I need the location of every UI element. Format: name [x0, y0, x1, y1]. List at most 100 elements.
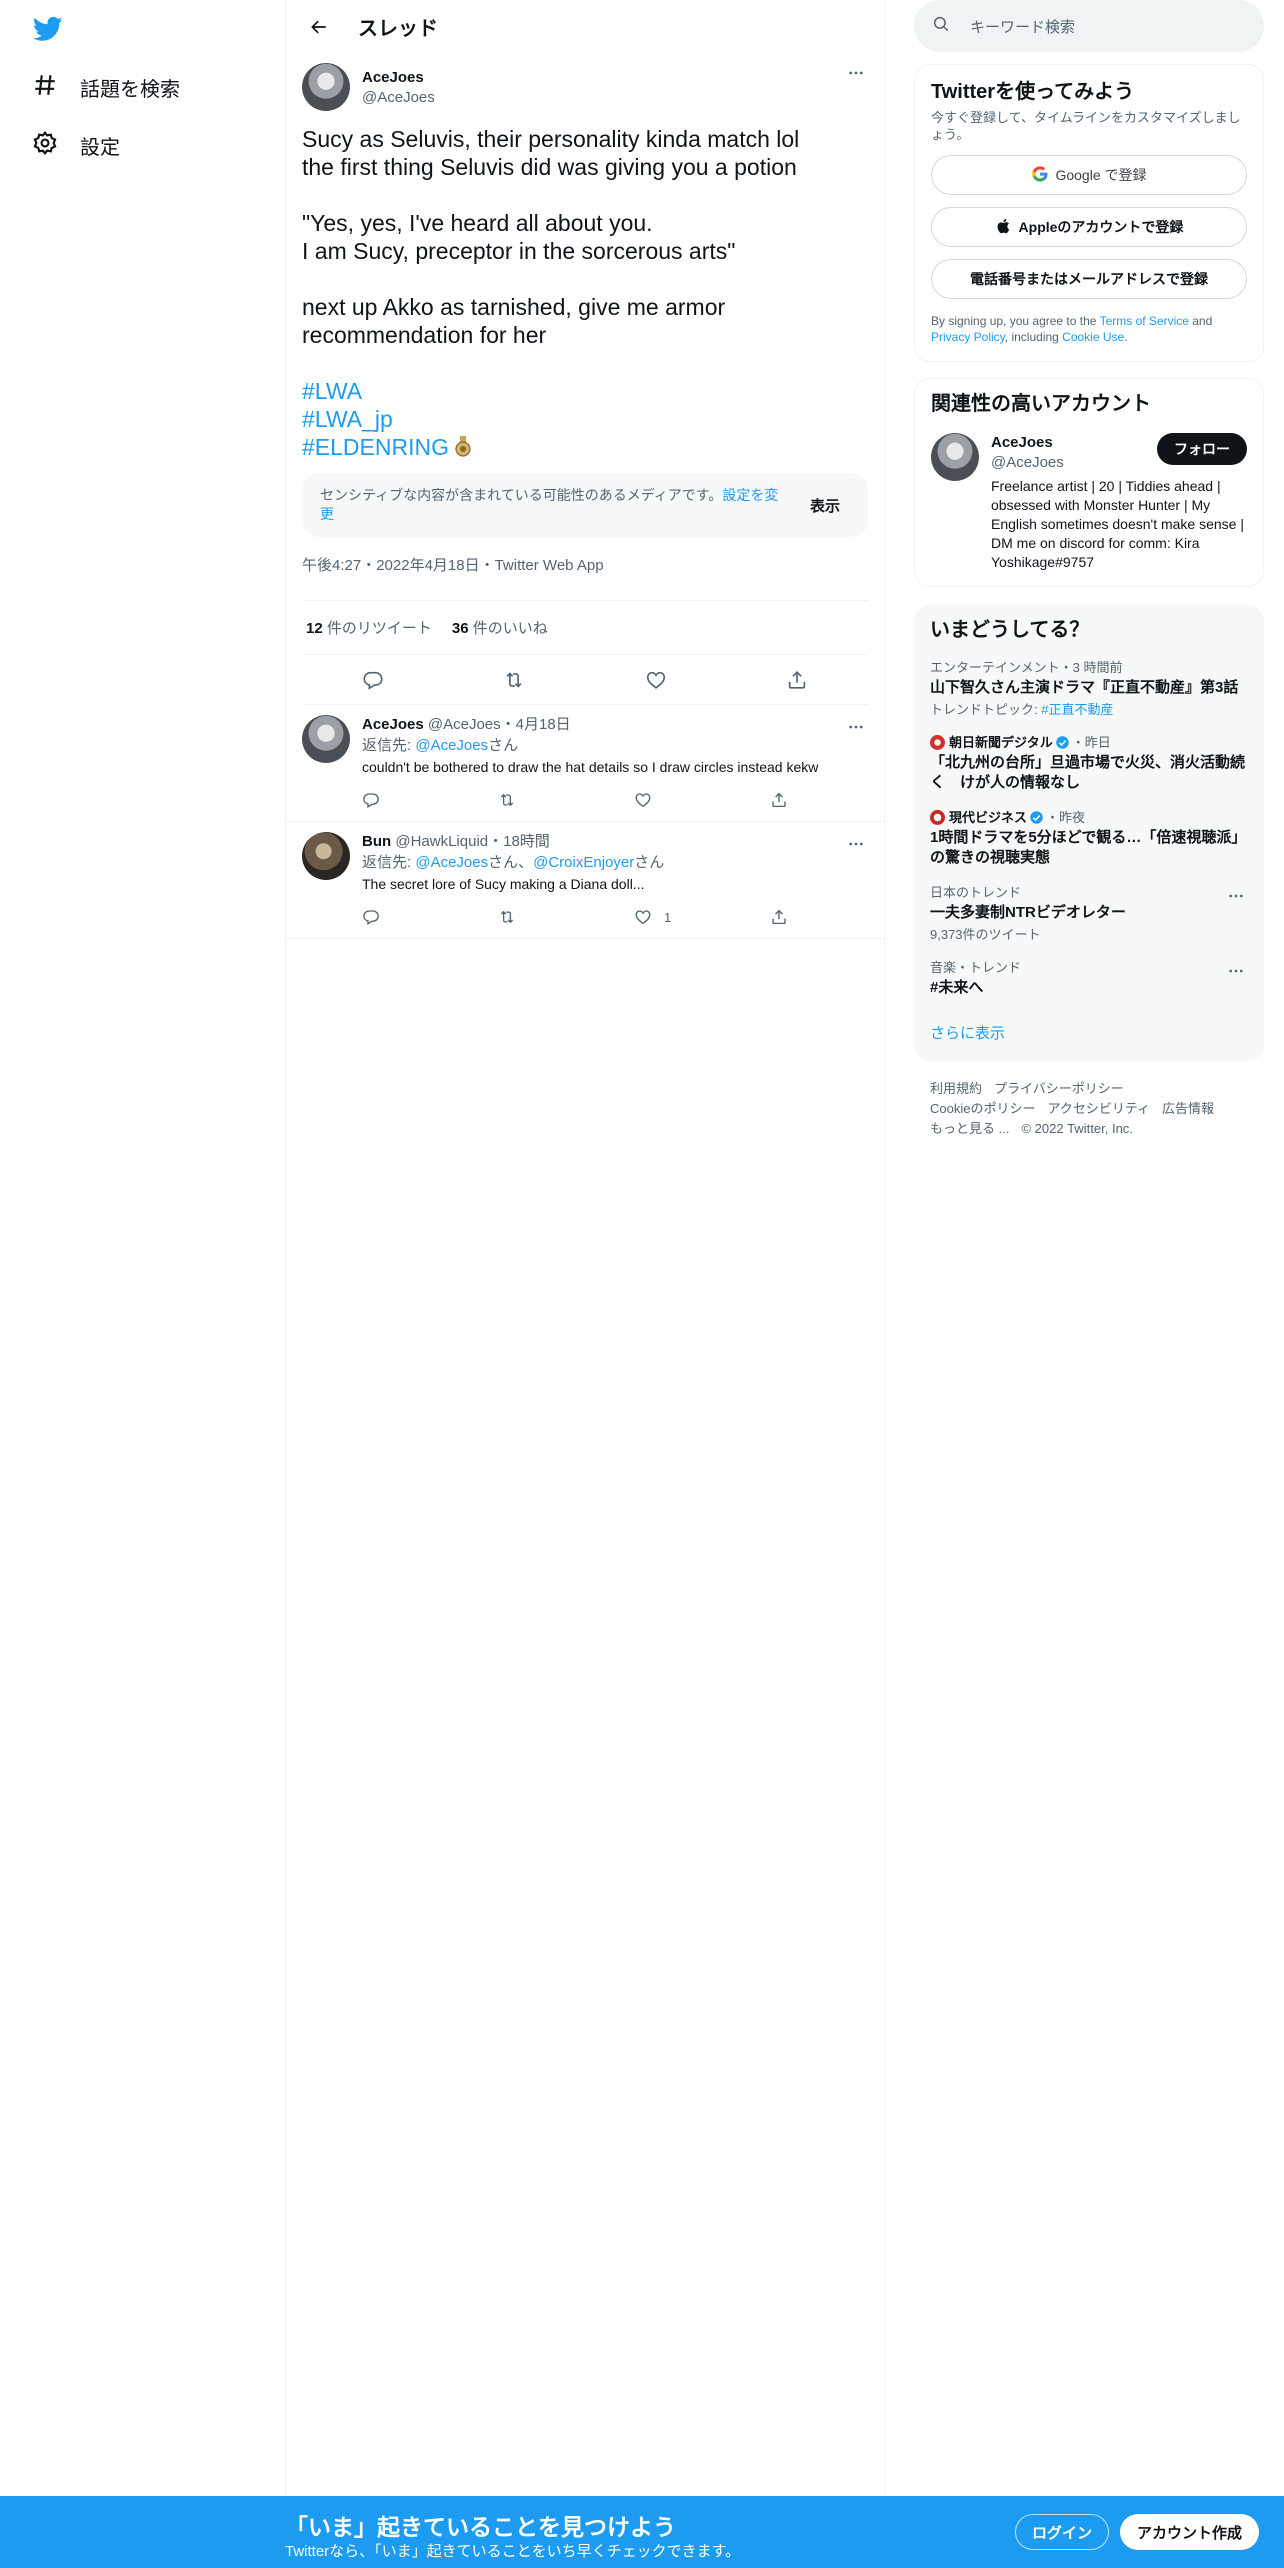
google-signup-label: Google で登録 — [1055, 167, 1147, 183]
legal-text: By signing up, you agree to the — [931, 314, 1100, 328]
reply-author-handle[interactable]: @AceJoes — [428, 716, 501, 733]
avatar[interactable] — [302, 63, 350, 111]
footer-link[interactable]: Cookieのポリシー — [930, 1101, 1035, 1116]
author-handle[interactable]: @AceJoes — [362, 88, 435, 108]
apple-icon — [995, 217, 1019, 238]
share-icon[interactable] — [770, 791, 906, 809]
hashtag-link[interactable]: #ELDENRING — [302, 434, 449, 460]
apple-signup-button[interactable]: Appleのアカウントで登録 — [931, 207, 1247, 247]
more-options-icon[interactable] — [844, 61, 868, 85]
more-options-icon[interactable] — [1224, 959, 1248, 983]
terms-link[interactable]: Terms of Service — [1100, 314, 1189, 328]
privacy-link[interactable]: Privacy Policy — [931, 330, 1005, 344]
avatar[interactable] — [302, 832, 350, 880]
more-options-icon[interactable] — [844, 715, 868, 739]
sensitive-media-notice: センシティブな内容が含まれている可能性のあるメディアです。設定を変更 表示 — [302, 473, 868, 537]
login-button[interactable]: ログイン — [1015, 2514, 1109, 2550]
related-accounts-card: 関連性の高いアカウント AceJoes @AceJoes Freelance a… — [914, 378, 1264, 587]
footer-link[interactable]: アクセシビリティ — [1047, 1101, 1150, 1116]
tweet-line: next up Akko as tarnished, give me armor — [302, 294, 726, 320]
reply-actions: 1 — [362, 898, 906, 938]
trend-sub-prefix: トレンドトピック: — [930, 702, 1042, 717]
reply-time[interactable]: ・18時間 — [488, 833, 550, 850]
avatar[interactable] — [302, 715, 350, 763]
trend-item[interactable]: 朝日新聞デジタル ・昨日 「北九州の台所」旦過市場で火災、消火活動続く けが人の… — [930, 734, 1248, 793]
reply-icon[interactable] — [362, 669, 384, 691]
tweet-meta[interactable]: 午後4:27・2022年4月18日・Twitter Web App — [302, 551, 868, 601]
reply-author-handle[interactable]: @HawkLiquid — [395, 833, 488, 850]
footer-link[interactable]: もっと見る ... — [930, 1121, 1009, 1136]
like-count[interactable]: 36 件のいいね — [452, 617, 548, 638]
follow-button[interactable]: フォロー — [1157, 433, 1247, 465]
create-account-button[interactable]: アカウント作成 — [1120, 2514, 1259, 2550]
thread-column: スレッド AceJoes @AceJoes Sucy as Seluvis, t… — [285, 0, 885, 2496]
hashtag-link[interactable]: #LWA_jp — [302, 405, 868, 433]
tweet-line — [302, 265, 868, 293]
more-options-icon[interactable] — [1224, 884, 1248, 908]
retweet-count[interactable]: 12 件のリツイート — [306, 617, 432, 638]
reply-text: couldn't be bothered to draw the hat det… — [362, 759, 819, 775]
show-media-button[interactable]: 表示 — [800, 487, 850, 524]
share-icon[interactable] — [786, 669, 808, 691]
tweet-stats: 12 件のリツイート 36 件のいいね — [302, 601, 868, 655]
hashtag-link[interactable]: #LWA — [302, 377, 868, 405]
trends-title: いまどうしてる？ — [930, 619, 1090, 641]
share-icon[interactable] — [770, 908, 906, 926]
tweet-actions — [302, 655, 868, 705]
footer-link[interactable]: プライバシーポリシー — [994, 1081, 1124, 1096]
back-arrow-icon[interactable] — [302, 10, 336, 44]
tweet-line: I am Sucy, preceptor in the sorcerous ar… — [302, 238, 736, 264]
page-title: スレッド — [358, 18, 438, 40]
footer-link[interactable]: 利用規約 — [930, 1081, 982, 1096]
search-box[interactable]: キーワード検索 — [914, 0, 1264, 52]
trend-item[interactable]: 音楽・トレンド #未来へ — [930, 959, 1248, 998]
author-name[interactable]: AceJoes — [362, 68, 435, 88]
mention-link[interactable]: @CroixEnjoyer — [533, 854, 634, 871]
retweet-label: 件のリツイート — [326, 620, 432, 637]
nav-item-explore[interactable]: 話題を検索 — [32, 65, 180, 109]
trend-item[interactable]: エンターテインメント・3 時間前 山下智久さん主演ドラマ『正直不動産』第3話 ト… — [930, 659, 1248, 718]
mention-link[interactable]: @AceJoes — [415, 854, 488, 871]
bottom-subtitle: Twitterなら、「いま」起きていることをいち早くチェックできます。 — [285, 2543, 741, 2560]
related-bio: Freelance artist | 20 | Tiddies ahead | … — [991, 478, 1244, 570]
retweet-icon[interactable] — [498, 908, 634, 926]
avatar[interactable] — [931, 433, 979, 481]
trend-title: 1時間ドラマを5分ほどで観る…「倍速視聴派」の驚きの視聴実態 — [930, 829, 1247, 866]
news-time: ・昨夜 — [1046, 810, 1086, 825]
trend-item[interactable]: 現代ビジネス ・昨夜 1時間ドラマを5分ほどで観る…「倍速視聴派」の驚きの視聴実… — [930, 809, 1248, 868]
mention-link[interactable]: @AceJoes — [415, 737, 488, 754]
retweet-icon[interactable] — [503, 669, 525, 691]
phone-email-signup-button[interactable]: 電話番号またはメールアドレスで登録 — [931, 259, 1247, 299]
nav-item-settings[interactable]: 設定 — [32, 123, 120, 167]
news-source: 現代ビジネス ・昨夜 — [930, 809, 1248, 826]
trend-title: 「北九州の台所」旦過市場で火災、消火活動続く けが人の情報なし — [930, 754, 1246, 791]
reply-time[interactable]: ・4月18日 — [501, 716, 571, 733]
retweet-icon[interactable] — [498, 791, 634, 809]
hashtag-icon — [32, 72, 58, 103]
footer-link[interactable]: 広告情報 — [1162, 1101, 1214, 1116]
like-icon[interactable] — [645, 669, 667, 691]
show-more-link[interactable]: さらに表示 — [930, 1022, 1248, 1051]
reply-icon[interactable] — [362, 791, 498, 809]
reply-icon[interactable] — [362, 908, 498, 926]
trend-item[interactable]: 日本のトレンド 一夫多妻制NTRビデオレター 9,373件のツイート — [930, 884, 1248, 943]
search-input[interactable]: キーワード検索 — [970, 16, 1075, 37]
reply-tweet[interactable]: Bun @HawkLiquid・18時間 返信先: @AceJoesさん、@Cr… — [286, 822, 884, 939]
reply-author-name[interactable]: AceJoes — [362, 716, 424, 733]
twitter-logo-icon[interactable] — [32, 14, 64, 44]
google-signup-button[interactable]: Google で登録 — [931, 155, 1247, 195]
like-icon[interactable] — [634, 791, 770, 809]
reply-tweet[interactable]: AceJoes @AceJoes・4月18日 返信先: @AceJoesさん c… — [286, 705, 884, 822]
reply-text: The secret lore of Sucy making a Diana d… — [362, 876, 645, 892]
reply-to-suffix: さん — [634, 854, 665, 871]
like-icon[interactable]: 1 — [634, 908, 770, 926]
reply-author-name[interactable]: Bun — [362, 833, 391, 850]
verified-badge-icon — [1030, 811, 1043, 824]
thread-header: スレッド — [286, 0, 884, 53]
nav-item-label: 話題を検索 — [80, 78, 180, 101]
related-account[interactable]: AceJoes @AceJoes Freelance artist | 20 |… — [931, 433, 1247, 572]
trend-topic-link[interactable]: #正直不動産 — [1041, 702, 1113, 717]
tweet-line: Sucy as Seluvis, their personality kinda… — [302, 126, 800, 152]
more-options-icon[interactable] — [844, 832, 868, 856]
cookie-link[interactable]: Cookie Use — [1062, 330, 1124, 344]
